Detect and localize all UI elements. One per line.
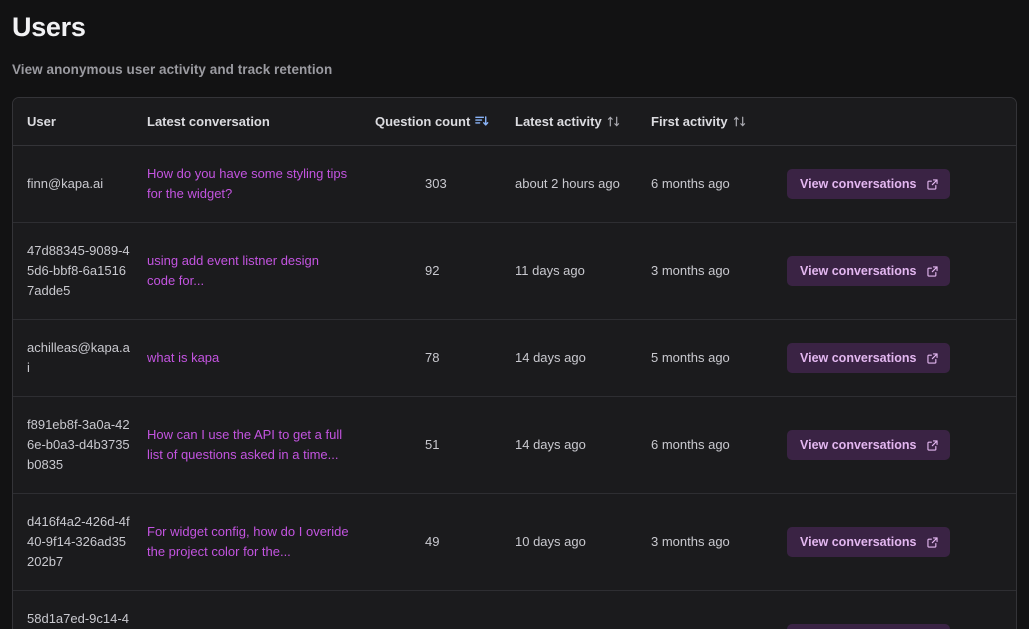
cell-actions: View conversations (787, 396, 1016, 495)
column-header-question-count[interactable]: Question count (375, 98, 515, 147)
table-header-row: User Latest conversation Question count (13, 98, 1016, 147)
external-link-icon (926, 536, 939, 549)
table-row: f891eb8f-3a0a-426e-b0a3-d4b3735b0835 How… (13, 396, 1016, 495)
sort-updown-icon[interactable] (606, 114, 621, 129)
table-header: User Latest conversation Question count (13, 98, 1016, 147)
column-header-user-label: User (27, 114, 56, 130)
cell-user: f891eb8f-3a0a-426e-b0a3-d4b3735b0835 (13, 396, 147, 495)
cell-user: finn@kapa.ai (13, 145, 147, 224)
view-conversations-label: View conversations (800, 264, 917, 279)
column-header-first-activity-label: First activity (651, 114, 728, 130)
conversation-link[interactable]: How can I use the API to get a full list… (147, 425, 349, 465)
cell-first-activity: 6 months ago (651, 145, 787, 224)
cell-question-count: 42 (375, 590, 515, 629)
view-conversations-button[interactable]: View conversations (787, 430, 950, 461)
cell-question-count: 78 (375, 319, 515, 398)
cell-latest-activity: 2 days ago (515, 590, 651, 629)
cell-latest-activity: about 2 hours ago (515, 145, 651, 224)
external-link-icon (926, 439, 939, 452)
view-conversations-button[interactable]: View conversations (787, 624, 950, 629)
cell-first-activity: 6 months ago (651, 396, 787, 495)
view-conversations-label: View conversations (800, 351, 917, 366)
cell-question-count: 303 (375, 145, 515, 224)
table-row: 58d1a7ed-9c14-4ea4-88bf-c90e7d41925d wha… (13, 590, 1016, 629)
cell-first-activity: 3 months ago (651, 493, 787, 592)
column-header-user[interactable]: User (13, 98, 147, 147)
view-conversations-button[interactable]: View conversations (787, 343, 950, 374)
column-header-question-count-label: Question count (375, 114, 471, 130)
conversation-link[interactable]: For widget config, how do I overide the … (147, 522, 349, 562)
cell-user: d416f4a2-426d-4f40-9f14-326ad35202b7 (13, 493, 147, 592)
column-header-latest-activity[interactable]: Latest activity (515, 98, 651, 147)
cell-user: 47d88345-9089-45d6-bbf8-6a15167adde5 (13, 222, 147, 321)
view-conversations-button[interactable]: View conversations (787, 527, 950, 558)
conversation-link[interactable]: How do you have some styling tips for th… (147, 164, 349, 204)
external-link-icon (926, 178, 939, 191)
cell-question-count: 49 (375, 493, 515, 592)
view-conversations-button[interactable]: View conversations (787, 169, 950, 200)
cell-latest-activity: 14 days ago (515, 319, 651, 398)
view-conversations-button[interactable]: View conversations (787, 256, 950, 287)
users-table-container: User Latest conversation Question count (12, 97, 1017, 629)
column-header-latest-conversation-label: Latest conversation (147, 114, 270, 130)
cell-question-count: 51 (375, 396, 515, 495)
column-header-actions (787, 98, 1016, 147)
table-row: achilleas@kapa.ai what is kapa 78 14 day… (13, 319, 1016, 398)
table-row: 47d88345-9089-45d6-bbf8-6a15167adde5 usi… (13, 222, 1016, 321)
cell-latest-conversation: what llm does kapa use? (147, 590, 375, 629)
cell-actions: View conversations (787, 493, 1016, 592)
cell-first-activity: 5 months ago (651, 590, 787, 629)
users-table: User Latest conversation Question count (13, 98, 1016, 629)
cell-actions: View conversations (787, 590, 1016, 629)
cell-latest-conversation: How can I use the API to get a full list… (147, 396, 375, 495)
view-conversations-label: View conversations (800, 177, 917, 192)
cell-actions: View conversations (787, 319, 1016, 398)
cell-latest-conversation: what is kapa (147, 319, 375, 398)
sort-descending-icon[interactable] (474, 114, 489, 129)
view-conversations-label: View conversations (800, 438, 917, 453)
sort-updown-icon[interactable] (732, 114, 747, 129)
cell-user: achilleas@kapa.ai (13, 319, 147, 398)
table-row: d416f4a2-426d-4f40-9f14-326ad35202b7 For… (13, 493, 1016, 592)
view-conversations-label: View conversations (800, 535, 917, 550)
page-title: Users (12, 12, 86, 42)
cell-actions: View conversations (787, 222, 1016, 321)
cell-first-activity: 3 months ago (651, 222, 787, 321)
external-link-icon (926, 352, 939, 365)
cell-latest-conversation: using add event listner design code for.… (147, 222, 375, 321)
cell-latest-activity: 14 days ago (515, 396, 651, 495)
cell-latest-activity: 10 days ago (515, 493, 651, 592)
cell-latest-conversation: For widget config, how do I overide the … (147, 493, 375, 592)
column-header-first-activity[interactable]: First activity (651, 98, 787, 147)
cell-latest-conversation: How do you have some styling tips for th… (147, 145, 375, 224)
column-header-latest-activity-label: Latest activity (515, 114, 602, 130)
users-page: Users View anonymous user activity and t… (0, 0, 1029, 629)
table-body: finn@kapa.ai How do you have some stylin… (13, 145, 1016, 629)
cell-question-count: 92 (375, 222, 515, 321)
page-subtitle: View anonymous user activity and track r… (12, 62, 333, 78)
conversation-link[interactable]: what is kapa (147, 348, 219, 368)
column-header-latest-conversation[interactable]: Latest conversation (147, 98, 375, 147)
conversation-link[interactable]: using add event listner design code for.… (147, 251, 349, 291)
cell-latest-activity: 11 days ago (515, 222, 651, 321)
external-link-icon (926, 265, 939, 278)
cell-actions: View conversations (787, 145, 1016, 224)
cell-first-activity: 5 months ago (651, 319, 787, 398)
table-row: finn@kapa.ai How do you have some stylin… (13, 145, 1016, 224)
cell-user: 58d1a7ed-9c14-4ea4-88bf-c90e7d41925d (13, 590, 147, 629)
